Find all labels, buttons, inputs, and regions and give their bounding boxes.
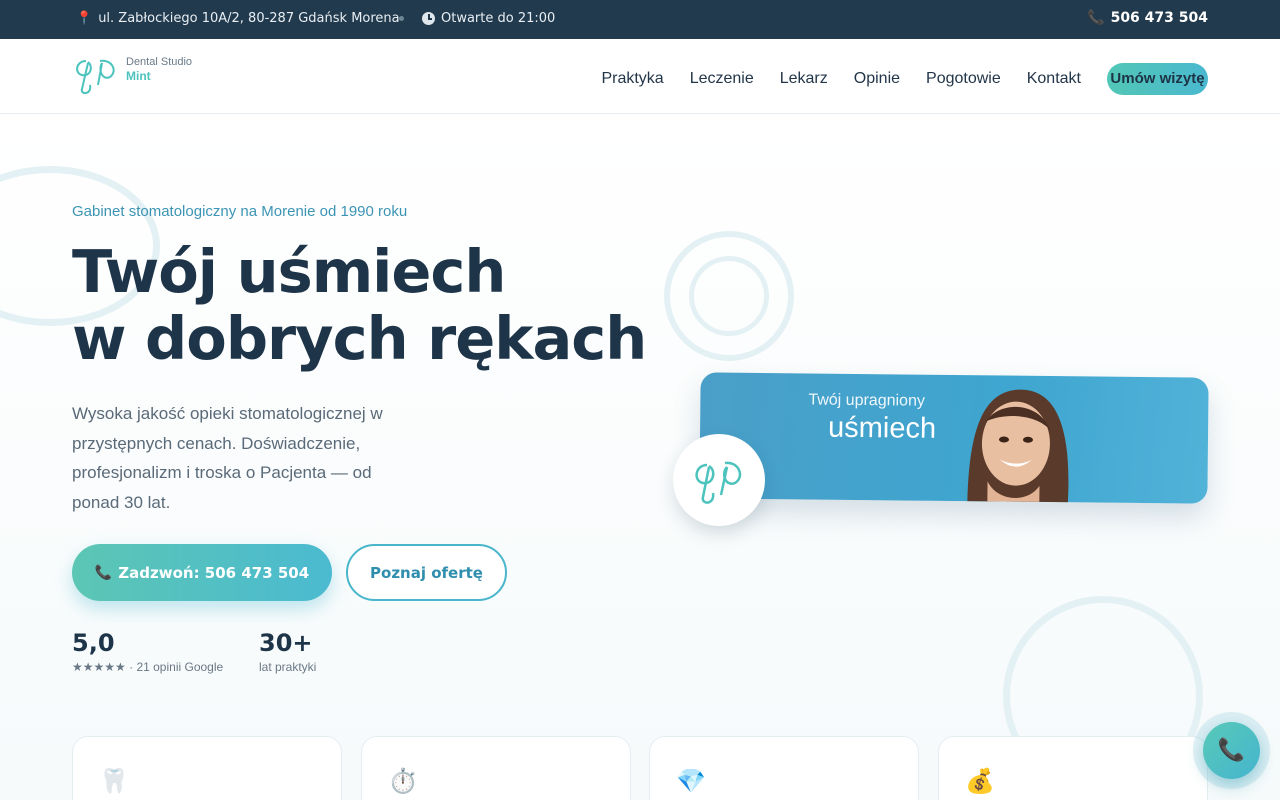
stopwatch-icon: ⏱️ xyxy=(388,767,418,795)
phone-icon: 📞 xyxy=(1217,738,1246,763)
hero-headline: Twój uśmiech w dobrych rękach xyxy=(72,237,647,373)
separator-dot xyxy=(399,16,404,21)
logo-line-1: Dental Studio xyxy=(126,56,193,68)
map-pin-icon: 📍 xyxy=(76,11,93,26)
main-nav: Praktyka Leczenie Lekarz Opinie Pogotowi… xyxy=(601,63,1208,95)
decor-ring-center-inner xyxy=(689,256,769,336)
call-button[interactable]: 📞 Zadzwoń: 506 473 504 xyxy=(72,544,332,601)
topbar-phone-text: 506 473 504 xyxy=(1110,10,1208,26)
stat-rating: 5,0 ★★★★★ · 21 opinii Google xyxy=(72,628,223,674)
topbar-phone-link[interactable]: 📞 506 473 504 xyxy=(1087,10,1208,26)
money-bag-icon: 💰 xyxy=(965,767,995,795)
logo[interactable]: Dental Studio Mint xyxy=(72,55,192,95)
tooth-icon: 🦷 xyxy=(99,767,129,795)
logo-mark-icon xyxy=(76,59,115,95)
hero-banner: Twój upragniony uśmiech xyxy=(699,372,1209,504)
headline-line-1: Twój uśmiech xyxy=(72,237,506,306)
nav-item-leczenie[interactable]: Leczenie xyxy=(690,70,754,88)
logo-line-2: Mint xyxy=(126,69,151,83)
address-text: ul. Zabłockiego 10A/2, 80-287 Gdańsk Mor… xyxy=(98,11,400,26)
banner-line-1: Twój upragniony xyxy=(808,391,925,410)
top-info-bar: 📍 ul. Zabłockiego 10A/2, 80-287 Gdańsk M… xyxy=(0,0,1280,39)
nav-item-praktyka[interactable]: Praktyka xyxy=(601,70,663,88)
address: 📍 ul. Zabłockiego 10A/2, 80-287 Gdańsk M… xyxy=(76,11,400,26)
phone-icon: 📞 xyxy=(1087,10,1105,26)
smiling-woman-photo xyxy=(967,389,1069,504)
offer-button[interactable]: Poznaj ofertę xyxy=(346,544,507,601)
opening-hours: Otwarte do 21:00 xyxy=(422,11,555,26)
feature-card-4: 💰 xyxy=(938,736,1208,800)
site-header: Dental Studio Mint Praktyka Leczenie Lek… xyxy=(0,39,1280,114)
stat-rating-value: 5,0 xyxy=(72,629,115,657)
nav-item-opinie[interactable]: Opinie xyxy=(854,70,900,88)
stat-years-value: 30+ xyxy=(259,629,313,657)
feature-card-2: ⏱️ xyxy=(361,736,631,800)
nav-item-pogotowie[interactable]: Pogotowie xyxy=(926,70,1001,88)
feature-card-1: 🦷 xyxy=(72,736,342,800)
stat-years: 30+ lat praktyki xyxy=(259,628,316,674)
clock-icon xyxy=(422,12,435,25)
call-button-label: Zadzwoń: 506 473 504 xyxy=(118,563,310,582)
hero-lead: Wysoka jakość opieki stomatologicznej w … xyxy=(72,404,383,512)
logo-mark-icon xyxy=(695,461,742,504)
stat-years-label: lat praktyki xyxy=(259,660,317,674)
hours-text: Otwarte do 21:00 xyxy=(441,11,556,26)
book-appointment-button[interactable]: Umów wizytę xyxy=(1107,63,1208,95)
banner-logo-badge xyxy=(673,434,765,526)
diamond-icon: 💎 xyxy=(676,767,706,795)
phone-icon: 📞 xyxy=(94,564,113,581)
nav-item-kontakt[interactable]: Kontakt xyxy=(1027,70,1081,88)
stat-rating-label: ★★★★★ · 21 opinii Google xyxy=(72,660,224,674)
feature-card-3: 💎 xyxy=(649,736,919,800)
floating-call-button[interactable]: 📞 xyxy=(1203,722,1260,779)
nav-item-lekarz[interactable]: Lekarz xyxy=(780,70,828,88)
headline-line-2: w dobrych rękach xyxy=(72,304,647,373)
hero-eyebrow: Gabinet stomatologiczny na Morenie od 19… xyxy=(72,203,408,220)
logo-text: Dental Studio Mint xyxy=(126,55,192,83)
banner-line-2: uśmiech xyxy=(827,411,937,445)
